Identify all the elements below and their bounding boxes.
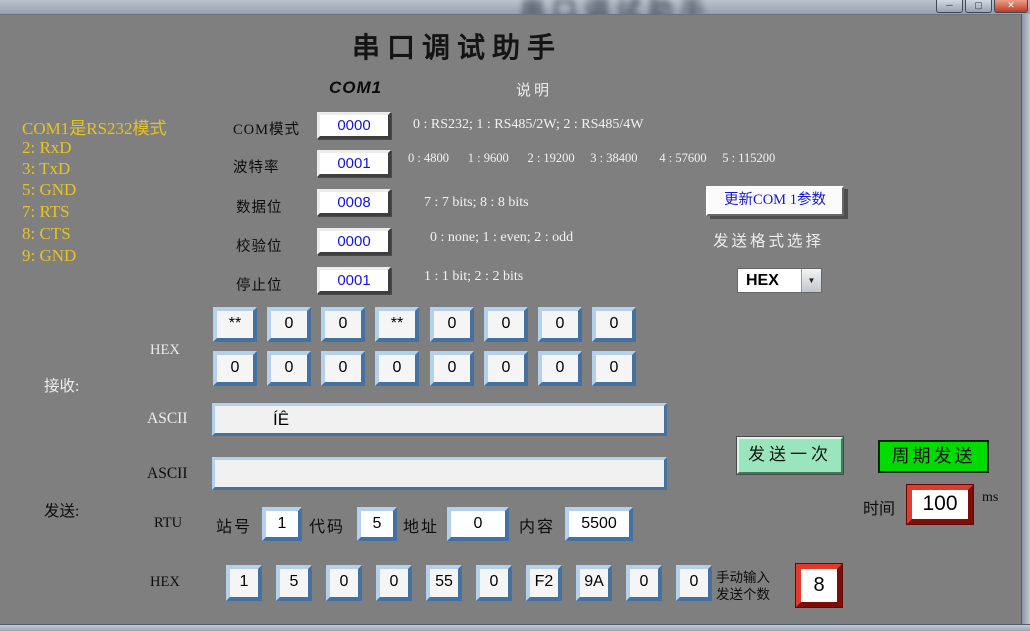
send-count-field[interactable]: 8 xyxy=(796,564,842,607)
pin-2-rxd: 2: RxD xyxy=(22,138,72,158)
send-hex-label: HEX xyxy=(150,574,180,591)
send-hex-8[interactable]: 9A xyxy=(576,565,612,601)
recv-hex-r1c1[interactable]: ** xyxy=(213,307,257,342)
send-hex-5[interactable]: 55 xyxy=(426,565,462,601)
code-label: 代码 xyxy=(309,513,345,537)
close-button-icon[interactable]: ✕ xyxy=(994,0,1028,13)
send-hex-4[interactable]: 0 xyxy=(376,565,412,601)
maximize-button-icon[interactable]: ▢ xyxy=(965,0,992,13)
parity-desc: 0 : none; 1 : even; 2 : odd xyxy=(430,230,573,246)
time-label: 时间 xyxy=(863,495,895,519)
recv-hex-r1c3[interactable]: 0 xyxy=(321,307,365,342)
description-column-header: 说明 xyxy=(516,79,552,100)
recv-hex-r1c8[interactable]: 0 xyxy=(592,307,636,342)
rtu-label: RTU xyxy=(154,515,182,532)
baud-rate-field[interactable]: 0001 xyxy=(317,150,391,177)
send-hex-7[interactable]: F2 xyxy=(526,565,562,601)
window-frame-bottom xyxy=(0,624,1030,631)
recv-hex-r2c3[interactable]: 0 xyxy=(321,351,365,386)
pin-7-rts: 7: RTS xyxy=(22,202,70,222)
com-mode-info: COM1是RS232模式 xyxy=(22,114,167,139)
time-unit-label: ms xyxy=(982,490,998,506)
recv-hex-r2c5[interactable]: 0 xyxy=(430,351,474,386)
update-com-params-button[interactable]: 更新COM 1参数 xyxy=(706,186,844,216)
send-format-dropdown[interactable]: HEX ▼ xyxy=(737,268,822,293)
recv-hex-r1c6[interactable]: 0 xyxy=(484,307,528,342)
send-once-button[interactable]: 发送一次 xyxy=(737,437,843,474)
recv-hex-r2c2[interactable]: 0 xyxy=(267,351,311,386)
baud-rate-label: 波特率 xyxy=(233,156,280,177)
parity-label: 校验位 xyxy=(236,235,283,256)
titlebar-glass-reflection: 串口调试助手 xyxy=(520,0,712,15)
pin-5-gnd: 5: GND xyxy=(22,180,76,200)
stop-bits-label: 停止位 xyxy=(236,274,283,295)
send-hex-9[interactable]: 0 xyxy=(626,565,662,601)
recv-hex-r2c8[interactable]: 0 xyxy=(592,351,636,386)
chevron-down-icon[interactable]: ▼ xyxy=(801,269,821,292)
window-frame-right xyxy=(1021,14,1030,631)
send-hex-6[interactable]: 0 xyxy=(476,565,512,601)
cyclic-send-button[interactable]: 周期发送 xyxy=(878,440,989,473)
com-mode-label: COM模式 xyxy=(233,118,300,139)
content-label: 内容 xyxy=(519,513,555,537)
app-window: 串口调试助手 ─ ▢ ✕ 串口调试助手 COM1 说明 COM1是RS232模式… xyxy=(0,0,1030,631)
time-field[interactable]: 100 xyxy=(907,485,973,524)
station-label: 站号 xyxy=(216,513,252,537)
recv-hex-r1c7[interactable]: 0 xyxy=(538,307,582,342)
stop-bits-desc: 1 : 1 bit; 2 : 2 bits xyxy=(424,269,523,285)
address-field[interactable]: 0 xyxy=(447,507,509,541)
recv-hex-r2c4[interactable]: 0 xyxy=(375,351,419,386)
send-format-value: HEX xyxy=(738,269,801,292)
parity-field[interactable]: 0000 xyxy=(317,228,391,255)
baud-rate-desc: 0 : 4800 1 : 9600 2 : 19200 3 : 38400 4 … xyxy=(408,151,775,166)
receive-ascii-field[interactable]: ÍÊ xyxy=(212,403,667,436)
send-format-label: 发送格式选择 xyxy=(713,229,824,251)
com-mode-field[interactable]: 0000 xyxy=(317,112,391,139)
stop-bits-field[interactable]: 0001 xyxy=(317,267,391,294)
send-hex-2[interactable]: 5 xyxy=(276,565,312,601)
station-field[interactable]: 1 xyxy=(262,507,302,541)
send-hex-1[interactable]: 1 xyxy=(226,565,262,601)
recv-hex-r2c1[interactable]: 0 xyxy=(213,351,257,386)
send-ascii-label: ASCII xyxy=(147,465,187,483)
pin-3-txd: 3: TxD xyxy=(22,159,70,179)
data-bits-label: 数据位 xyxy=(236,196,283,217)
recv-hex-r1c5[interactable]: 0 xyxy=(430,307,474,342)
pin-8-cts: 8: CTS xyxy=(22,224,71,244)
receive-ascii-label: ASCII xyxy=(147,410,187,428)
send-ascii-field[interactable] xyxy=(212,457,667,490)
address-label: 地址 xyxy=(403,513,439,537)
page-title: 串口调试助手 xyxy=(352,26,562,66)
title-bar: 串口调试助手 xyxy=(0,0,1030,15)
data-bits-desc: 7 : 7 bits; 8 : 8 bits xyxy=(424,195,529,211)
recv-hex-r1c4[interactable]: ** xyxy=(375,307,419,342)
recv-hex-r2c6[interactable]: 0 xyxy=(484,351,528,386)
recv-hex-r2c7[interactable]: 0 xyxy=(538,351,582,386)
data-bits-field[interactable]: 0008 xyxy=(317,189,391,216)
code-field[interactable]: 5 xyxy=(357,507,397,541)
content-field[interactable]: 5500 xyxy=(565,507,633,541)
receive-hex-label: HEX xyxy=(150,342,180,359)
send-hex-10[interactable]: 0 xyxy=(676,565,712,601)
minimize-button-icon[interactable]: ─ xyxy=(936,0,963,13)
recv-hex-r1c2[interactable]: 0 xyxy=(267,307,311,342)
pin-9-gnd: 9: GND xyxy=(22,246,76,266)
com-mode-desc: 0 : RS232; 1 : RS485/2W; 2 : RS485/4W xyxy=(413,117,644,133)
manual-input-label-line2: 发送个数 xyxy=(716,583,770,603)
com1-column-header: COM1 xyxy=(329,78,382,98)
send-hex-3[interactable]: 0 xyxy=(326,565,362,601)
receive-section-label: 接收: xyxy=(44,374,79,396)
send-section-label: 发送: xyxy=(44,499,79,521)
